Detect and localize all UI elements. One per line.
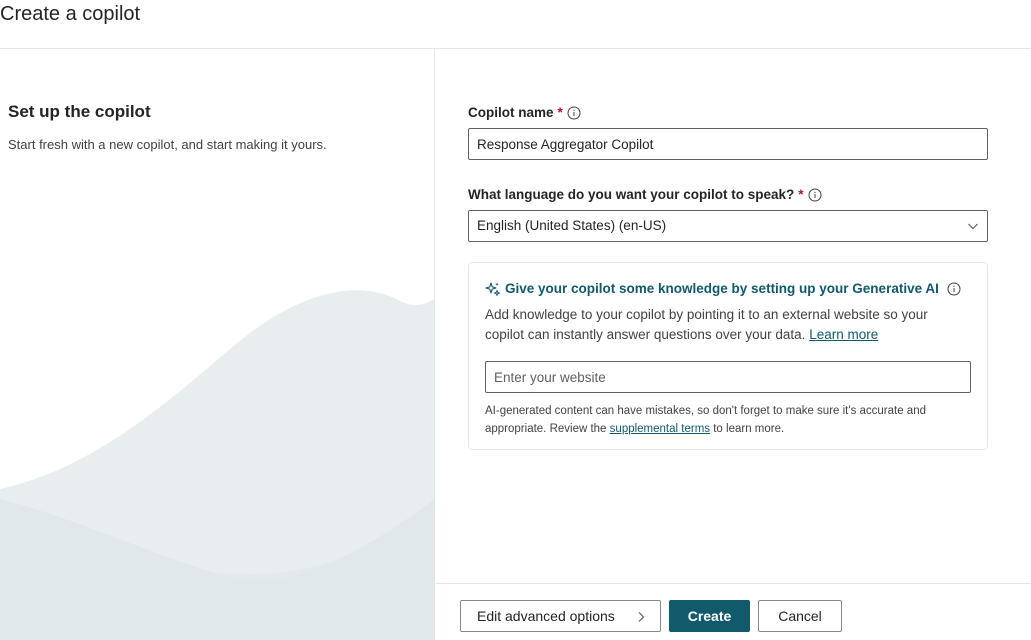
edit-advanced-options-button[interactable]: Edit advanced options (460, 600, 661, 632)
page-header: Create a copilot (0, 0, 1031, 49)
info-icon[interactable] (947, 282, 961, 296)
cancel-button-label: Cancel (778, 608, 822, 624)
page-title: Create a copilot (0, 3, 141, 25)
chevron-down-icon (968, 223, 978, 230)
sparkle-icon (485, 282, 500, 296)
info-icon[interactable] (567, 106, 581, 120)
language-label-text: What language do you want your copilot t… (468, 187, 795, 202)
language-dropdown[interactable]: English (United States) (en-US) (468, 210, 988, 242)
edit-advanced-options-label: Edit advanced options (477, 608, 615, 624)
copilot-name-input[interactable] (468, 128, 988, 160)
knowledge-card: Give your copilot some knowledge by sett… (468, 262, 988, 450)
info-icon[interactable] (808, 188, 822, 202)
disclaimer-text-after: to learn more. (713, 423, 785, 435)
language-label: What language do you want your copilot t… (468, 186, 822, 204)
ai-disclaimer: AI-generated content can have mistakes, … (485, 402, 965, 438)
knowledge-description: Add knowledge to your copilot by pointin… (485, 305, 965, 345)
website-input[interactable] (485, 361, 971, 393)
right-panel: Copilot name * What language do you want… (436, 49, 1031, 640)
copilot-name-label: Copilot name * (468, 104, 581, 122)
knowledge-title-text: Give your copilot some knowledge by sett… (505, 281, 939, 296)
required-indicator: * (557, 105, 563, 120)
knowledge-title: Give your copilot some knowledge by sett… (485, 280, 961, 298)
footer-actions: Edit advanced options Create Cancel (436, 583, 1031, 640)
create-button[interactable]: Create (669, 600, 750, 632)
create-button-label: Create (687, 608, 732, 624)
learn-more-link[interactable]: Learn more (809, 327, 878, 342)
setup-title: Set up the copilot (8, 102, 151, 121)
chevron-right-icon (638, 612, 645, 622)
supplemental-terms-link[interactable]: supplemental terms (610, 423, 710, 435)
copilot-name-label-text: Copilot name (468, 105, 554, 120)
language-selected-value: English (United States) (en-US) (477, 218, 667, 233)
setup-description: Start fresh with a new copilot, and star… (8, 137, 327, 152)
cancel-button[interactable]: Cancel (758, 600, 842, 632)
required-indicator: * (798, 187, 804, 202)
left-panel: Set up the copilot Start fresh with a ne… (0, 49, 435, 640)
